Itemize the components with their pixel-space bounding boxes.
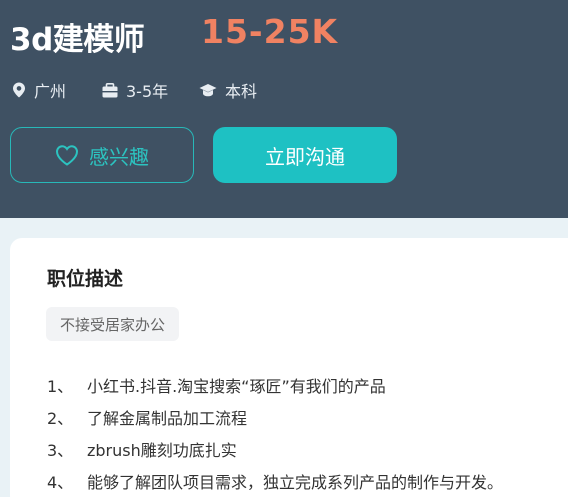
education-label: 本科 <box>225 82 258 101</box>
item-text: 小红书.抖音.淘宝搜索“琢匠”有我们的产品 <box>87 377 386 396</box>
location-pin-icon <box>13 82 25 98</box>
description-list: 1、 小红书.抖音.淘宝搜索“琢匠”有我们的产品 2、 了解金属制品加工流程 3… <box>47 369 503 497</box>
item-number: 4、 <box>47 473 74 492</box>
job-description-card: 职位描述 不接受居家办公 1、 小红书.抖音.淘宝搜索“琢匠”有我们的产品 2、… <box>10 238 568 497</box>
item-number: 1、 <box>47 377 74 396</box>
work-mode-tag: 不接受居家办公 <box>46 307 180 341</box>
briefcase-icon <box>102 82 118 97</box>
item-number: 2、 <box>47 409 74 428</box>
list-item: 1、 小红书.抖音.淘宝搜索“琢匠”有我们的产品 <box>47 369 503 401</box>
item-number: 3、 <box>47 441 74 460</box>
graduation-cap-icon <box>199 83 217 96</box>
heart-outline-icon <box>55 145 79 166</box>
location-meta: 广州 <box>12 78 66 102</box>
list-item: 3、 zbrush雕刻功底扎实 <box>47 433 503 465</box>
city-label: 广州 <box>34 82 67 101</box>
interest-button[interactable]: 感兴趣 <box>10 127 194 183</box>
experience-meta: 3-5年 <box>102 78 168 102</box>
item-text: zbrush雕刻功底扎实 <box>87 441 237 460</box>
section-heading: 职位描述 <box>47 268 124 290</box>
job-title: 3d建模师 <box>10 22 145 58</box>
list-item: 4、 能够了解团队项目需求，独立完成系列产品的制作与开发。 <box>47 465 503 497</box>
experience-label: 3-5年 <box>126 82 169 101</box>
interest-label: 感兴趣 <box>89 144 149 169</box>
salary-range: 15-25K <box>201 12 339 51</box>
item-text: 了解金属制品加工流程 <box>87 409 248 428</box>
chat-label: 立即沟通 <box>265 144 345 169</box>
list-item: 2、 了解金属制品加工流程 <box>47 401 503 433</box>
item-text: 能够了解团队项目需求，独立完成系列产品的制作与开发。 <box>87 473 504 492</box>
education-meta: 本科 <box>199 78 257 102</box>
chat-button[interactable]: 立即沟通 <box>213 127 397 183</box>
job-header: 3d建模师 15-25K 广州 3-5年 本科 感兴趣 立即沟通 <box>0 0 568 218</box>
